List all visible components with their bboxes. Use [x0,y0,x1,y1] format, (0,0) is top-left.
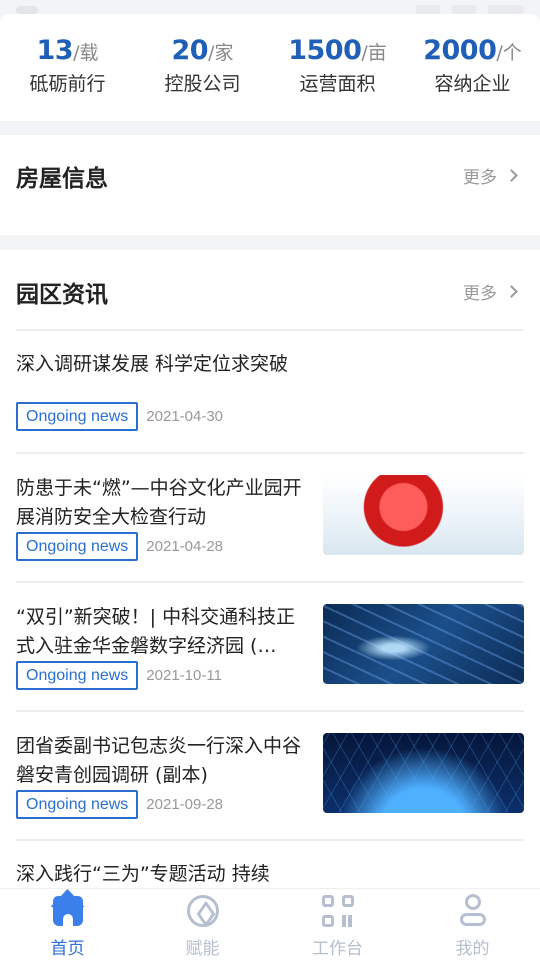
news-thumbnail-highway [323,604,524,684]
news-item-title: 深入践行“三为”专题活动 持续 [16,863,270,885]
divider [16,329,524,331]
housing-section: 房屋信息 更多 [0,135,540,235]
news-date: 2021-04-30 [146,408,224,425]
compass-icon [185,893,221,929]
news-item-title: 深入调研谋发展 科学定位求突破 [16,353,289,375]
chevron-right-icon [505,285,518,298]
news-item-meta: Ongoing news 2021-10-11 [16,661,222,690]
stat-years: 13/载 砥砺前行 [0,14,135,121]
stat-value: 20 [171,35,209,66]
news-date: 2021-04-28 [146,538,224,555]
tab-label: 赋能 [185,939,220,959]
stat-value: 2000 [423,35,497,66]
housing-more-link[interactable]: 更多 [463,163,518,188]
news-item[interactable]: “双引”新突破！| 中科交通科技正式入驻金华金磐数字经济园 (… Ongoing… [16,603,524,690]
stat-companies: 20/家 控股公司 [135,14,270,121]
tab-label: 我的 [455,939,490,959]
news-date: 2021-09-28 [146,796,224,813]
stat-value: 13 [36,35,74,66]
tab-workbench[interactable]: 工作台 [270,889,405,960]
news-item-title: 团省委副书记包志炎一行深入中谷磐安青创园调研 (副本) [16,735,302,786]
stat-value: 1500 [288,35,362,66]
stat-enterprises: 2000/个 容纳企业 [405,14,540,121]
news-tag: Ongoing news [16,661,139,690]
stat-label: 砥砺前行 [29,73,106,95]
divider [16,452,524,454]
tab-label: 首页 [50,939,85,959]
divider [16,581,524,583]
news-section: 园区资讯 更多 深入调研谋发展 科学定位求突破 Ongoing news 202… [0,250,540,890]
more-label: 更多 [463,284,497,304]
divider [16,710,524,712]
stats-panel: 13/载 砥砺前行 20/家 控股公司 1500/亩 运营面积 2000/个 容… [0,14,540,121]
stat-label: 运营面积 [299,73,376,95]
news-item-meta: Ongoing news 2021-04-30 [16,402,223,431]
stat-area: 1500/亩 运营面积 [270,14,405,121]
stat-unit: /个 [496,42,522,64]
news-thumbnail-helmet [323,475,524,555]
stat-label: 容纳企业 [434,73,511,95]
news-item[interactable]: 团省委副书记包志炎一行深入中谷磐安青创园调研 (副本) Ongoing news… [16,732,524,819]
status-icons [404,5,524,14]
status-bar [0,0,540,14]
divider [16,839,524,841]
news-date: 2021-10-11 [146,667,222,684]
more-label: 更多 [463,168,497,188]
bottom-tab-bar: 首页 赋能 工作台 我的 [0,888,540,960]
tab-home[interactable]: 首页 [0,889,135,960]
status-time [16,6,38,14]
news-tag: Ongoing news [16,532,139,561]
news-item[interactable]: 深入践行“三为”专题活动 持续 [16,860,524,890]
news-item[interactable]: 防患于未“燃”—中谷文化产业园开展消防安全大检查行动 Ongoing news … [16,474,524,561]
news-title: 园区资讯 [16,282,108,308]
home-icon [50,893,86,929]
user-icon [455,893,491,929]
news-item-title: “双引”新突破！| 中科交通科技正式入驻金华金磐数字经济园 (… [16,606,296,657]
news-more-link[interactable]: 更多 [463,279,518,304]
tab-mine[interactable]: 我的 [405,889,540,960]
news-thumbnail-tech [323,733,524,813]
stat-label: 控股公司 [164,73,241,95]
news-tag: Ongoing news [16,402,139,431]
news-item-meta: Ongoing news 2021-04-28 [16,532,223,561]
news-tag: Ongoing news [16,790,139,819]
stat-unit: /载 [73,42,99,64]
grid-icon [320,893,356,929]
tab-label: 工作台 [312,939,363,959]
chevron-right-icon [505,169,518,182]
tab-empower[interactable]: 赋能 [135,889,270,960]
news-item[interactable]: 深入调研谋发展 科学定位求突破 Ongoing news 2021-04-30 [16,350,524,434]
news-item-title: 防患于未“燃”—中谷文化产业园开展消防安全大检查行动 [16,477,302,528]
housing-title: 房屋信息 [16,166,108,192]
news-item-meta: Ongoing news 2021-09-28 [16,790,223,819]
stat-unit: /家 [208,42,234,64]
stat-unit: /亩 [361,42,387,64]
